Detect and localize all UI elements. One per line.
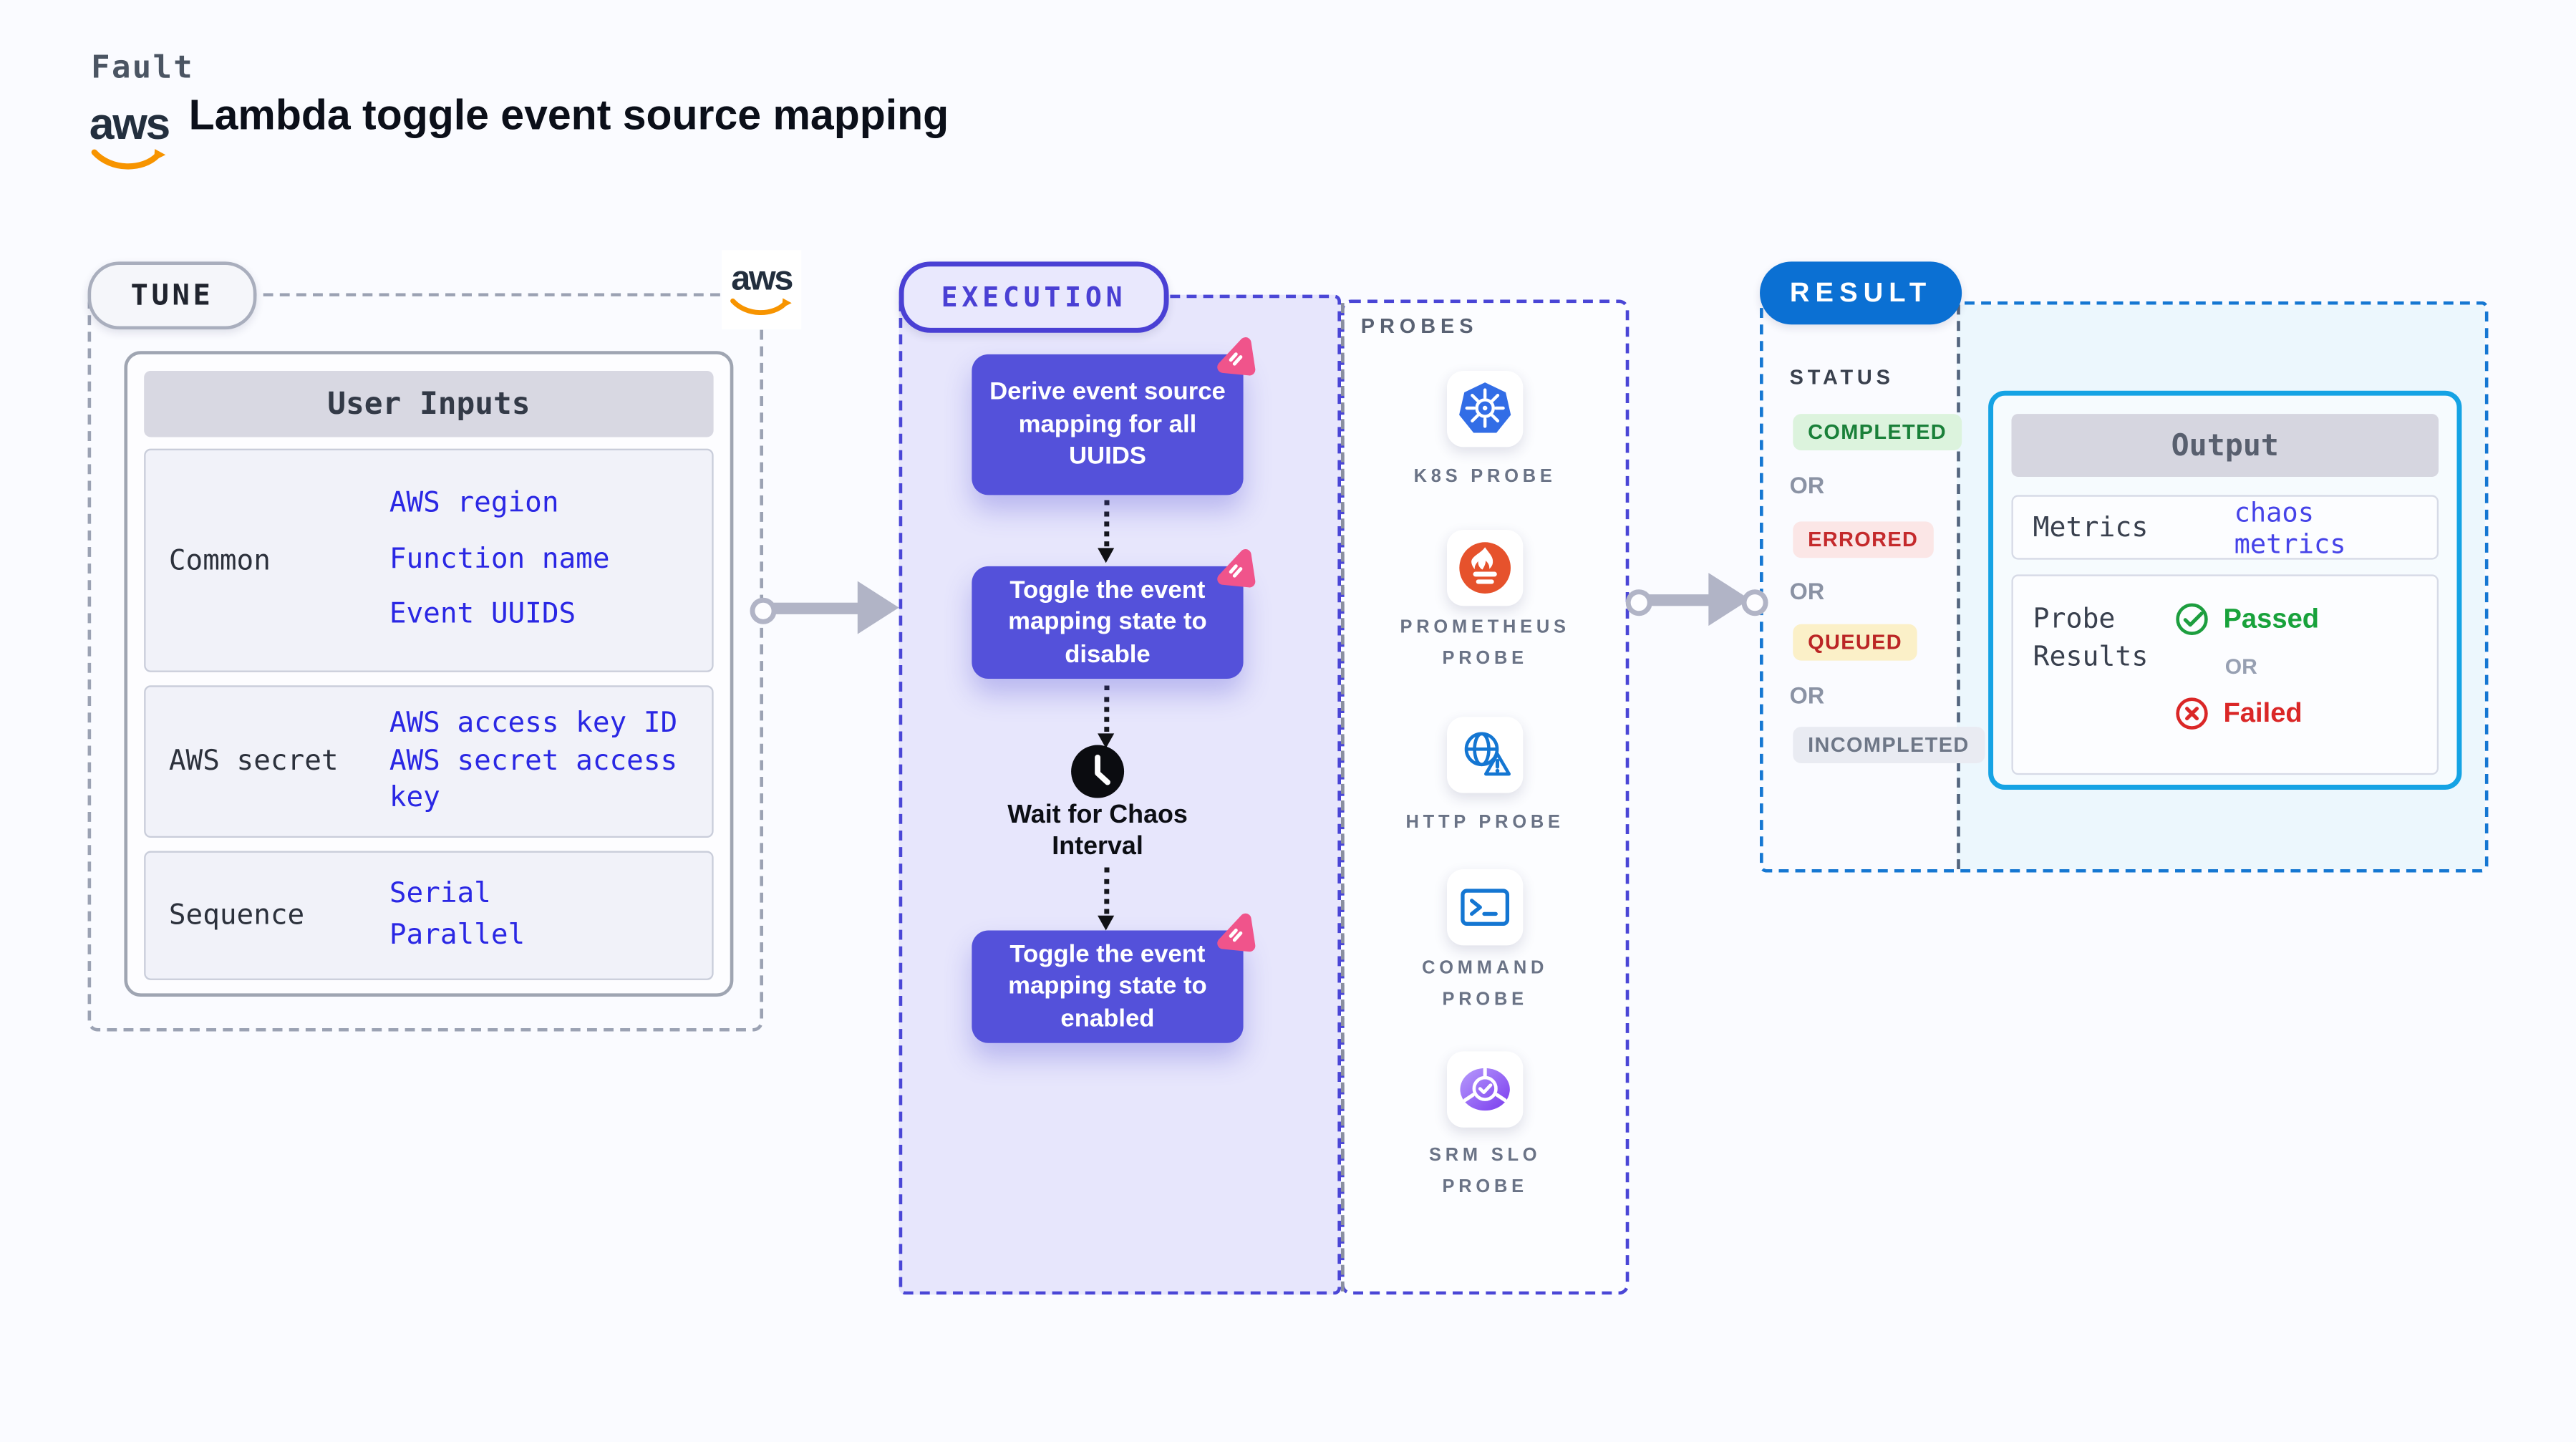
wait-step-label: Wait for Chaos Interval <box>1007 801 1188 861</box>
input-link-aws-region[interactable]: AWS region <box>389 488 712 523</box>
or-label: OR <box>1789 682 1825 709</box>
probe-label-prometheus: PROMETHEUS PROBE <box>1369 613 1601 674</box>
status-badge-incompleted: INCOMPLETED <box>1793 727 1985 763</box>
arrow-shaft <box>766 601 861 614</box>
input-link-aws-access-key-id[interactable]: AWS access key ID <box>389 707 712 742</box>
input-link-parallel[interactable]: Parallel <box>389 919 712 954</box>
arrow-head-circle <box>1741 589 1768 616</box>
result-divider <box>1957 304 1960 869</box>
probe-results-row: Probe Results Passed OR Failed <box>2011 574 2439 775</box>
terminal-icon <box>1446 868 1524 946</box>
chaos-pink-badge-icon <box>1217 913 1256 952</box>
aws-smile-icon <box>730 298 792 316</box>
arrow-shaft <box>1642 593 1712 606</box>
prometheus-icon <box>1446 529 1524 606</box>
step-label: Toggle the event mapping state to enable… <box>1008 939 1207 1033</box>
output-header: Output <box>2011 414 2439 477</box>
probe-label-text: COMMAND PROBE <box>1422 958 1549 1010</box>
status-badge-completed: COMPLETED <box>1793 414 1962 450</box>
diagram-canvas: Fault aws Lambda toggle event source map… <box>0 0 2576 1442</box>
flow-dotted-connector <box>1104 685 1110 732</box>
row-label: Common <box>168 543 271 577</box>
status-heading: STATUS <box>1789 366 1894 389</box>
user-inputs-header: User Inputs <box>144 370 714 437</box>
clock-icon <box>1071 745 1125 798</box>
probe-label-text: SRM SLO PROBE <box>1428 1146 1541 1197</box>
aws-logo-text: aws <box>731 260 793 299</box>
flow-dotted-connector <box>1104 500 1110 547</box>
execution-step-toggle-disable: Toggle the event mapping state to disabl… <box>972 549 1256 679</box>
metrics-row: Metrics chaos metrics <box>2011 495 2439 560</box>
http-globe-warning-icon <box>1446 717 1524 793</box>
input-link-function-name[interactable]: Function name <box>389 543 712 578</box>
table-row-common: Common AWS region Function name Event UU… <box>144 448 714 672</box>
failed-label: Failed <box>2223 697 2303 728</box>
passed-label: Passed <box>2223 603 2320 634</box>
step-label: Toggle the event mapping state to disabl… <box>1008 576 1207 669</box>
input-link-event-uuids[interactable]: Event UUIDS <box>389 599 712 634</box>
row-label: Sequence <box>168 899 305 932</box>
or-label: OR <box>2224 654 2257 679</box>
srm-slo-pie-check-icon <box>1446 1051 1524 1128</box>
or-label: OR <box>1789 578 1825 605</box>
input-link-aws-secret-access-key[interactable]: AWS secret access key <box>389 745 712 816</box>
result-pill: RESULT <box>1760 261 1962 325</box>
chaos-metrics-link[interactable]: chaos metrics <box>2234 496 2437 559</box>
user-inputs-table: User Inputs Common AWS region Function n… <box>124 351 734 997</box>
aws-logo-tile: aws <box>722 250 802 330</box>
input-link-serial[interactable]: Serial <box>389 876 712 911</box>
table-row-aws-secret: AWS secret AWS access key ID AWS secret … <box>144 685 714 838</box>
flow-arrowhead <box>1098 548 1115 563</box>
output-card: Output Metrics chaos metrics Probe Resul… <box>1988 390 2462 790</box>
check-circle-icon <box>2176 603 2208 636</box>
tune-pill: TUNE <box>87 261 257 330</box>
chaos-pink-badge-icon <box>1217 337 1256 376</box>
status-badge-errored: ERRORED <box>1793 521 1934 558</box>
table-row-sequence: Sequence Serial Parallel <box>144 851 714 980</box>
execution-step-toggle-enable: Toggle the event mapping state to enable… <box>972 913 1256 1043</box>
page-title: Lambda toggle event source mapping <box>188 92 949 140</box>
metrics-label: Metrics <box>2033 511 2149 543</box>
product-label: Fault <box>91 49 195 87</box>
probe-results-label: Probe Results <box>2033 602 2149 673</box>
row-label: AWS secret <box>168 745 339 778</box>
probe-label-http: HTTP PROBE <box>1405 813 1564 833</box>
or-label: OR <box>1789 472 1825 499</box>
aws-logo: aws <box>86 102 172 172</box>
chaos-pink-badge-icon <box>1217 549 1256 588</box>
flow-dotted-connector <box>1104 867 1110 914</box>
arrow-tail-circle <box>1625 589 1652 616</box>
execution-step-derive-mapping: Derive event source mapping for all UUID… <box>972 337 1256 495</box>
probe-label-text: PROMETHEUS PROBE <box>1400 617 1570 669</box>
step-label: Derive event source mapping for all UUID… <box>989 377 1226 471</box>
probes-title: PROBES <box>1360 314 1478 338</box>
x-circle-icon <box>2176 697 2208 730</box>
probe-label-srm-slo: SRM SLO PROBE <box>1369 1141 1601 1202</box>
aws-logo-text: aws <box>89 99 170 150</box>
status-badge-queued: QUEUED <box>1793 624 1917 661</box>
probe-label-k8s: K8S PROBE <box>1413 467 1556 487</box>
execution-pill: EXECUTION <box>899 261 1169 333</box>
kubernetes-icon <box>1446 370 1524 447</box>
probes-left-divider <box>1340 303 1345 1292</box>
probe-label-command: COMMAND PROBE <box>1369 954 1601 1015</box>
arrow-tail-circle <box>750 597 777 624</box>
aws-smile-icon <box>91 149 166 170</box>
flow-arrowhead <box>1098 915 1115 931</box>
arrow-head <box>857 581 899 634</box>
